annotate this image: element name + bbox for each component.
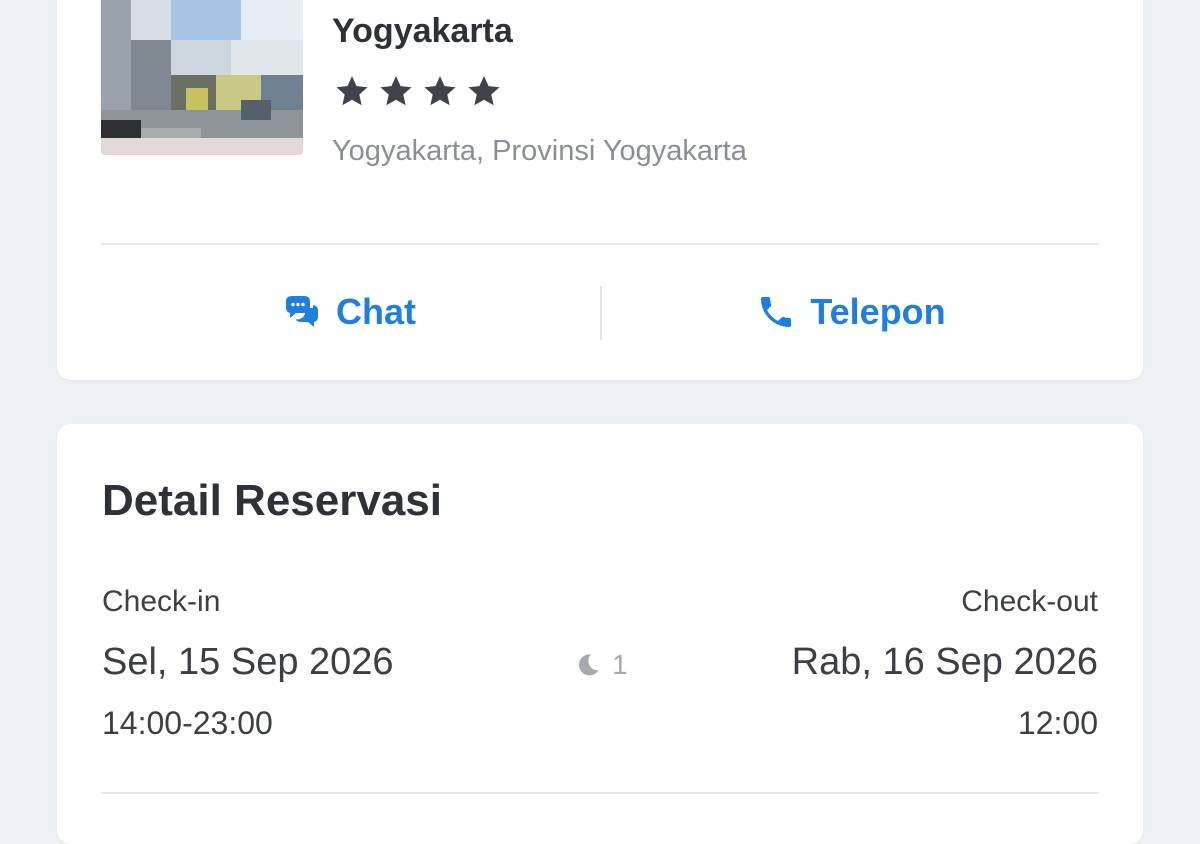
call-button[interactable]: Telepon: [603, 272, 1099, 352]
nights-count: 1: [574, 649, 628, 681]
hotel-rating: [333, 73, 503, 111]
divider: [101, 792, 1099, 794]
chat-button-label: Chat: [336, 291, 416, 332]
checkin-label: Check-in: [102, 585, 221, 618]
moon-icon: [578, 654, 599, 676]
nights-value: 1: [612, 649, 628, 680]
checkin-time: 14:00-23:00: [102, 705, 273, 741]
call-button-label: Telepon: [810, 291, 946, 332]
checkout-label: Check-out: [961, 585, 1098, 618]
hotel-photo[interactable]: [101, 0, 303, 155]
action-separator: [600, 286, 602, 340]
phone-icon: [761, 297, 792, 327]
star-icon: [380, 76, 412, 106]
star-icon: [424, 76, 456, 106]
hotel-card: Yogyakarta Yogyakarta, Provinsi Yogyakar…: [57, 0, 1143, 380]
checkout-date: Rab, 16 Sep 2026: [791, 641, 1098, 683]
hotel-name: Yogyakarta: [332, 12, 513, 50]
chat-bubbles-icon: [286, 296, 318, 327]
reservation-card: Detail Reservasi Check-in Check-out Sel,…: [57, 424, 1143, 844]
star-icon: [468, 76, 500, 106]
checkout-time: 12:00: [1017, 705, 1098, 741]
star-icon: [336, 76, 368, 106]
checkin-date: Sel, 15 Sep 2026: [102, 641, 394, 683]
hotel-photo-image: [101, 0, 303, 155]
chat-button[interactable]: Chat: [101, 272, 597, 352]
hotel-location: Yogyakarta, Provinsi Yogyakarta: [332, 135, 747, 167]
divider: [101, 243, 1099, 245]
section-title: Detail Reservasi: [102, 476, 442, 525]
